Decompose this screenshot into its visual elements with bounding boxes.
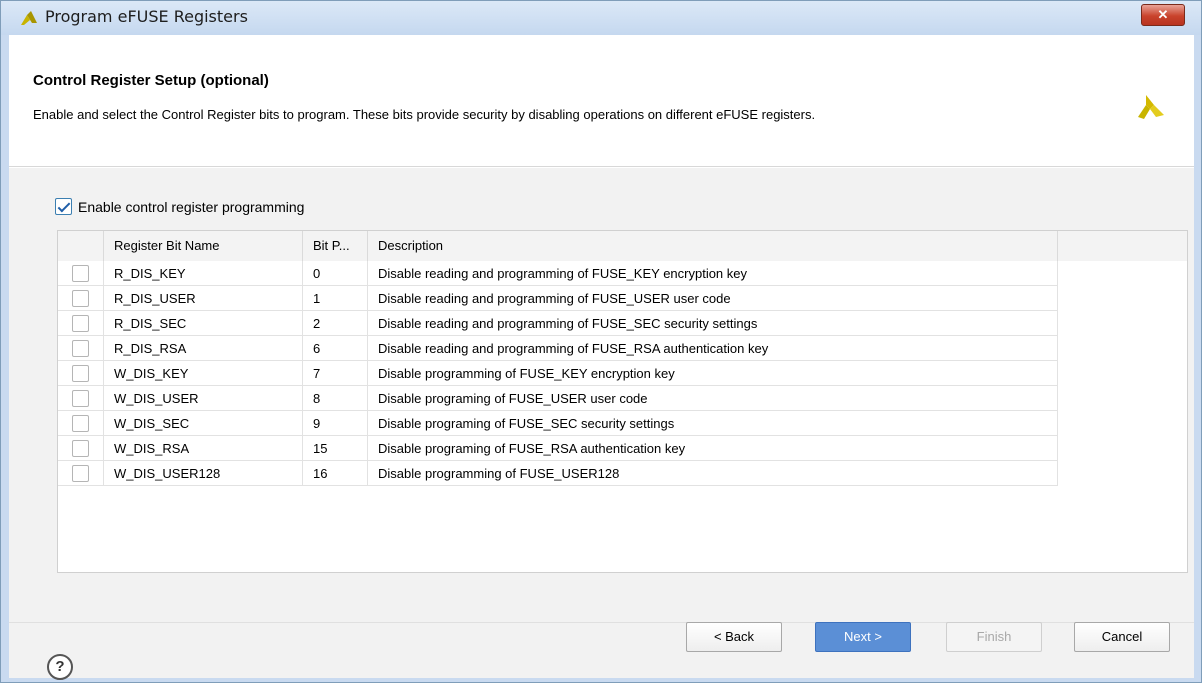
close-button[interactable]: ✕ [1141,4,1185,26]
bit-description: Disable programing of FUSE_RSA authentic… [368,436,1058,461]
register-bit-name: R_DIS_KEY [104,261,303,286]
bit-description: Disable programing of FUSE_USER user cod… [368,386,1058,411]
cancel-button[interactable]: Cancel [1074,622,1170,652]
bit-position: 15 [303,436,368,461]
page-title: Control Register Setup (optional) [33,72,269,89]
bit-description: Disable programming of FUSE_KEY encrypti… [368,361,1058,386]
body-area: Enable control register programming Regi… [9,168,1194,622]
bit-position: 2 [303,311,368,336]
close-icon: ✕ [1157,7,1169,22]
enable-control-register-label: Enable control register programming [78,198,305,215]
table-row[interactable]: W_DIS_USER128 16 Disable programming of … [58,461,1058,486]
enable-control-register-row[interactable]: Enable control register programming [55,198,304,215]
bit-description: Disable reading and programming of FUSE_… [368,311,1058,336]
register-bit-name: W_DIS_SEC [104,411,303,436]
enable-control-register-checkbox[interactable] [55,198,72,215]
bit-position: 7 [303,361,368,386]
bit-description: Disable programming of FUSE_USER128 [368,461,1058,486]
table-row[interactable]: W_DIS_RSA 15 Disable programing of FUSE_… [58,436,1058,461]
register-bit-name: R_DIS_USER [104,286,303,311]
select-cell [58,336,104,361]
title-bar: Program eFUSE Registers ✕ [1,1,1201,35]
select-cell [58,261,104,286]
table-row[interactable]: W_DIS_KEY 7 Disable programming of FUSE_… [58,361,1058,386]
table-row[interactable]: R_DIS_KEY 0 Disable reading and programm… [58,261,1058,286]
xilinx-logo-icon [1138,95,1164,119]
register-bit-name: W_DIS_RSA [104,436,303,461]
header-register-bit-name[interactable]: Register Bit Name [104,231,303,261]
window-title: Program eFUSE Registers [45,7,248,26]
table-row[interactable]: R_DIS_USER 1 Disable reading and program… [58,286,1058,311]
select-cell [58,411,104,436]
dialog-content: Control Register Setup (optional) Enable… [9,35,1194,680]
bit-position: 6 [303,336,368,361]
select-cell [58,436,104,461]
select-cell [58,311,104,336]
help-icon[interactable]: ? [47,654,73,680]
next-button[interactable]: Next > [815,622,911,652]
register-bit-name: R_DIS_SEC [104,311,303,336]
page-description: Enable and select the Control Register b… [33,107,816,122]
header-bit-position[interactable]: Bit P... [303,231,368,261]
header-description[interactable]: Description [368,231,1058,261]
bit-position: 0 [303,261,368,286]
register-bit-name: W_DIS_KEY [104,361,303,386]
register-bits-table: Register Bit Name Bit P... Description R… [57,230,1188,573]
bit-position: 1 [303,286,368,311]
register-bit-name: W_DIS_USER [104,386,303,411]
bit-description: Disable reading and programming of FUSE_… [368,336,1058,361]
select-cell [58,361,104,386]
xilinx-logo-icon [21,11,37,25]
table-row[interactable]: R_DIS_RSA 6 Disable reading and programm… [58,336,1058,361]
table-header: Register Bit Name Bit P... Description [58,231,1187,261]
finish-button[interactable]: Finish [946,622,1042,652]
bit-position: 16 [303,461,368,486]
dialog-window: Program eFUSE Registers ✕ Control Regist… [0,0,1202,683]
table-row[interactable]: W_DIS_USER 8 Disable programing of FUSE_… [58,386,1058,411]
page-header: Control Register Setup (optional) Enable… [9,35,1194,167]
select-cell [58,286,104,311]
register-bit-name: W_DIS_USER128 [104,461,303,486]
header-select-column [58,231,104,261]
table-row[interactable]: R_DIS_SEC 2 Disable reading and programm… [58,311,1058,336]
bit-position: 8 [303,386,368,411]
bit-position: 9 [303,411,368,436]
select-cell [58,461,104,486]
bit-description: Disable reading and programming of FUSE_… [368,261,1058,286]
register-bit-name: R_DIS_RSA [104,336,303,361]
select-cell [58,386,104,411]
table-row[interactable]: W_DIS_SEC 9 Disable programing of FUSE_S… [58,411,1058,436]
bit-description: Disable reading and programming of FUSE_… [368,286,1058,311]
back-button[interactable]: < Back [686,622,782,652]
bit-description: Disable programing of FUSE_SEC security … [368,411,1058,436]
